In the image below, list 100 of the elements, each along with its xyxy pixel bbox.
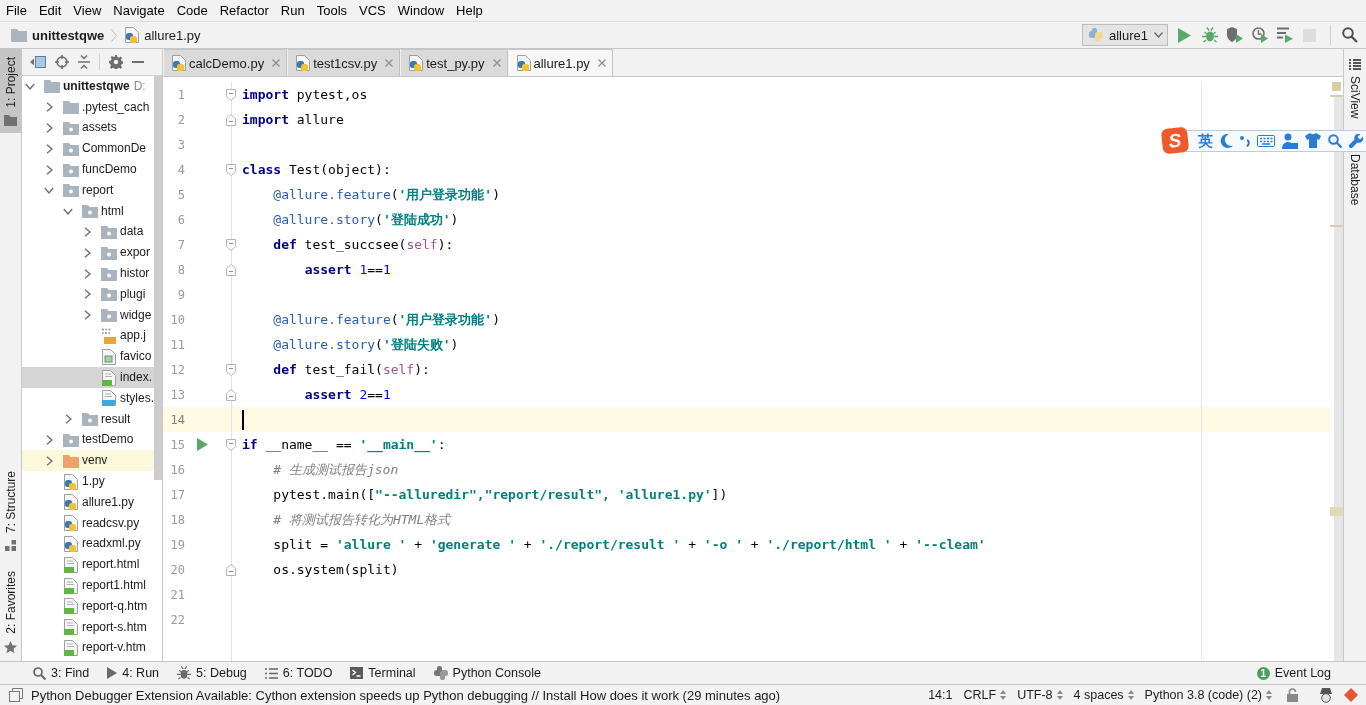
tool-window-button[interactable]: Python Console [424,663,550,683]
tree-item[interactable]: data [22,221,154,243]
tree-item[interactable]: report-q.htm [22,595,154,617]
fold-icon[interactable] [226,88,236,101]
chevron-right-icon[interactable] [64,414,72,425]
menu-item[interactable]: Code [170,1,214,20]
close-icon[interactable] [492,59,501,67]
chevron-down-icon[interactable] [25,82,35,90]
user-icon[interactable] [1282,132,1298,149]
tool-window-tab[interactable]: 7: Structure [0,463,21,564]
tree-item[interactable]: report-v.htm [22,637,154,659]
menu-item[interactable]: File [0,1,33,20]
shirt-icon[interactable] [1305,133,1321,148]
chevron-right-icon[interactable] [45,164,53,175]
tree-item[interactable]: assets [22,117,154,139]
chevron-right-icon[interactable] [45,123,53,133]
tree-item[interactable]: report.html [22,554,154,576]
fold-icon[interactable] [226,388,236,401]
tree-item[interactable]: result [22,408,154,430]
tree-item[interactable]: expor [22,242,154,264]
punctuation-icon[interactable] [1240,134,1250,147]
chevron-right-icon[interactable] [45,102,53,113]
search-icon[interactable] [1328,133,1342,148]
menu-item[interactable]: Edit [32,1,68,20]
collapse-all-icon[interactable] [78,55,90,69]
tree-item[interactable]: report [22,180,154,201]
status-bar-widget[interactable]: UTF-8 [1017,688,1063,702]
menu-item[interactable]: Refactor [213,1,275,20]
fold-icon[interactable] [226,563,236,576]
run-icon[interactable] [197,438,208,451]
tree-item[interactable]: report1.html [22,575,154,596]
hat-person-icon[interactable] [1319,687,1333,703]
warning-marker[interactable] [1330,95,1343,97]
caret-position[interactable]: 14:1 [928,688,953,702]
tree-item[interactable]: styles. [22,387,154,409]
menu-item[interactable]: Window [391,1,451,20]
breadcrumb[interactable]: unittestqwe [9,25,107,45]
menu-item[interactable]: Help [450,1,489,20]
shield-run-icon[interactable] [1226,27,1243,43]
chevron-right-icon[interactable] [45,455,53,466]
fold-icon[interactable] [226,438,236,451]
editor-tab[interactable]: calcDemo.py [164,49,288,76]
crosshair-icon[interactable] [55,55,69,69]
fold-icon[interactable] [226,113,236,126]
diamond-icon[interactable] [1344,688,1358,702]
tool-window-button[interactable]: 5: Debug [168,663,256,683]
menu-item[interactable]: View [67,1,108,20]
chevron-right-icon[interactable] [83,289,91,300]
search-icon[interactable] [1341,27,1358,43]
scrollbar-thumb[interactable] [1334,95,1343,661]
menu-item[interactable]: Run [274,1,311,20]
chevron-right-icon[interactable] [83,310,91,321]
tree-item[interactable]: allure1.py [22,491,154,513]
tree-item[interactable]: index. [22,367,154,388]
tool-window-tab[interactable]: 1: Project [0,49,21,133]
tree-item[interactable]: CommonDe [22,138,154,160]
settings-icon[interactable] [109,55,123,69]
tree-item[interactable]: funcDemo [22,159,154,180]
clock-run-icon[interactable] [1251,27,1268,43]
fold-icon[interactable] [226,363,236,376]
list-run-icon[interactable] [1276,27,1293,43]
tree-item[interactable]: venv [22,450,154,472]
menu-item[interactable]: Navigate [107,1,171,20]
chevron-right-icon[interactable] [83,226,91,237]
close-icon[interactable] [272,59,281,67]
panels-icon[interactable] [9,688,23,702]
panel-icon[interactable] [30,56,46,68]
status-bar-widget[interactable]: CRLF [963,688,1007,702]
lock-icon[interactable] [1287,688,1298,702]
fold-icon[interactable] [226,263,236,276]
chevron-right-icon[interactable] [45,143,53,154]
tool-window-tab[interactable]: Database [1344,154,1365,210]
tool-window-button[interactable]: Terminal [341,663,425,683]
wrench-icon[interactable] [1349,133,1363,148]
tool-window-button[interactable]: 3: Find [24,663,99,683]
menu-item[interactable]: Tools [310,1,354,20]
tree-item[interactable]: .pytest_cach [22,96,154,118]
editor-tab[interactable]: allure1.py [508,49,613,76]
menu-item[interactable]: VCS [353,1,392,20]
tree-item[interactable]: testDemo [22,429,154,451]
warning-marker[interactable] [1330,507,1343,516]
input-mode-toggle[interactable]: 英 [1198,131,1213,150]
event-log-button[interactable]: 1 Event Log [1247,663,1340,683]
warning-marker[interactable] [1330,225,1343,227]
tree-item[interactable]: readcsv.py [22,512,154,534]
breadcrumb[interactable]: allure1.py [123,25,203,45]
chevron-right-icon[interactable] [83,268,91,279]
tool-window-button[interactable]: 6: TODO [255,663,342,683]
chevron-right-icon[interactable] [83,247,91,258]
tree-item[interactable]: readxml.py [22,533,154,555]
editor-tab[interactable]: test_py.py [401,49,508,76]
tree-item[interactable]: app.j [22,325,154,347]
tree-item[interactable]: 1.py [22,471,154,492]
tree-item[interactable]: histor [22,263,154,284]
tree-item[interactable]: html [22,200,154,222]
run-icon[interactable] [1178,27,1191,43]
editor-tab[interactable]: test1csv.py [288,49,401,76]
fold-icon[interactable] [226,163,236,176]
tree-item[interactable]: unittestqwe D: [22,76,154,97]
keyboard-icon[interactable] [1257,134,1275,147]
